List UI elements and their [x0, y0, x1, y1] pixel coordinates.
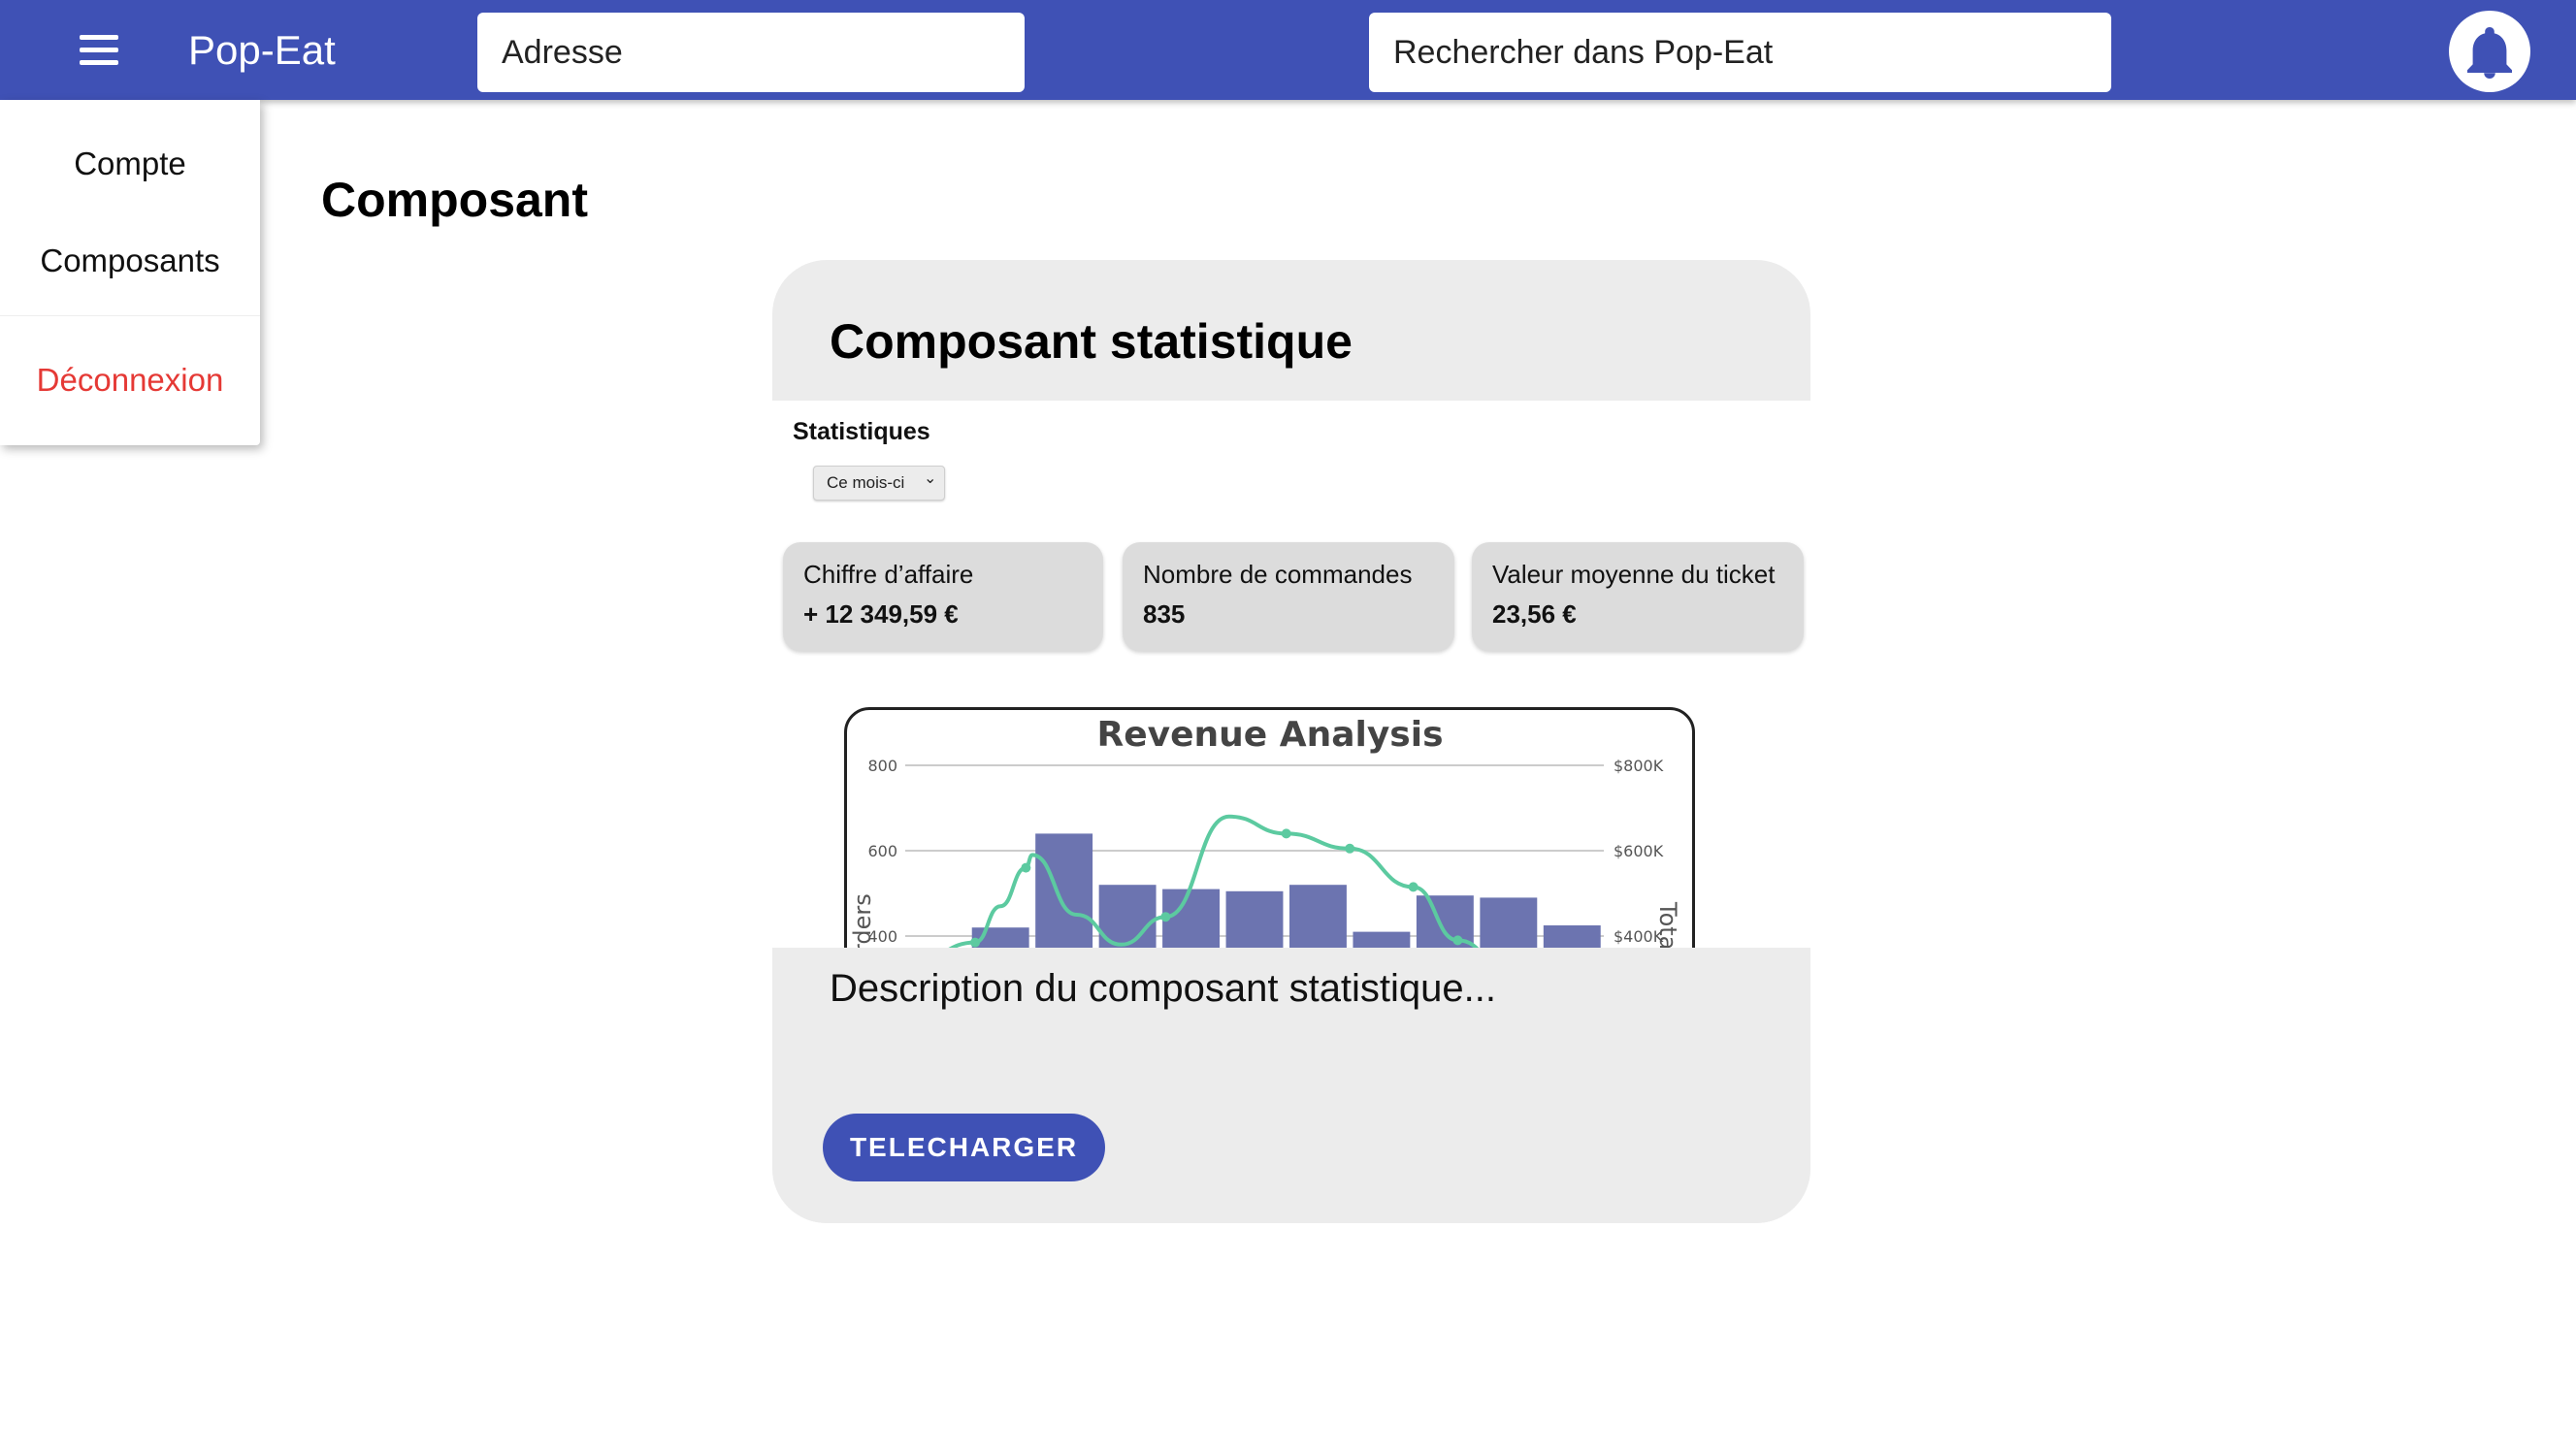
stats-heading: Statistiques — [793, 418, 930, 445]
line-point — [1160, 912, 1171, 922]
card-title: Composant statistique — [830, 314, 1353, 369]
chevron-down-icon: ⌄ — [924, 470, 937, 487]
menu-icon[interactable] — [76, 35, 122, 68]
chart-title: Revenue Analysis — [1096, 715, 1443, 755]
kpi-card-revenue: Chiffre d’affaire + 12 349,59 € — [783, 542, 1103, 651]
drawer-divider — [0, 315, 260, 316]
component-card: Composant statistique Statistiques Ce mo… — [772, 260, 1810, 1223]
app-title: Pop-Eat — [188, 27, 336, 73]
y-tick-label: 600 — [867, 842, 897, 860]
kpi-label: Chiffre d’affaire — [803, 560, 974, 589]
card-description: Description du composant statistique... — [830, 967, 1497, 1010]
kpi-label: Valeur moyenne du ticket — [1492, 560, 1776, 589]
kpi-value: 23,56 € — [1492, 599, 1577, 629]
kpi-card-average-ticket: Valeur moyenne du ticket 23,56 € — [1472, 542, 1804, 651]
search-input[interactable] — [1369, 13, 2111, 92]
line-point — [1408, 882, 1418, 892]
address-input[interactable] — [477, 13, 1025, 92]
period-select[interactable]: Ce mois-ci ⌄ — [813, 466, 945, 501]
line-point — [1281, 828, 1291, 839]
kpi-label: Nombre de commandes — [1143, 560, 1413, 589]
notifications-button[interactable] — [2449, 11, 2530, 92]
bell-icon — [2467, 27, 2512, 79]
y-tick-label: 800 — [867, 757, 897, 775]
drawer-item-compte[interactable]: Compte — [0, 145, 260, 183]
y2-tick-label: $800K — [1614, 757, 1664, 775]
drawer-item-logout[interactable]: Déconnexion — [0, 361, 260, 400]
line-point — [1021, 862, 1031, 873]
kpi-card-orders: Nombre de commandes 835 — [1123, 542, 1454, 651]
top-app-bar: Pop-Eat — [0, 0, 2576, 100]
download-button[interactable]: TELECHARGER — [823, 1114, 1105, 1181]
navigation-drawer: Compte Composants Déconnexion — [0, 100, 260, 445]
kpi-value: 835 — [1143, 599, 1186, 629]
period-select-value: Ce mois-ci — [827, 473, 905, 492]
line-point — [1452, 935, 1463, 946]
y2-tick-label: $600K — [1614, 842, 1664, 860]
page-title: Composant — [321, 173, 588, 227]
kpi-value: + 12 349,59 € — [803, 599, 959, 629]
drawer-item-composants[interactable]: Composants — [0, 242, 260, 280]
line-point — [970, 937, 980, 948]
line-point — [1345, 843, 1355, 854]
